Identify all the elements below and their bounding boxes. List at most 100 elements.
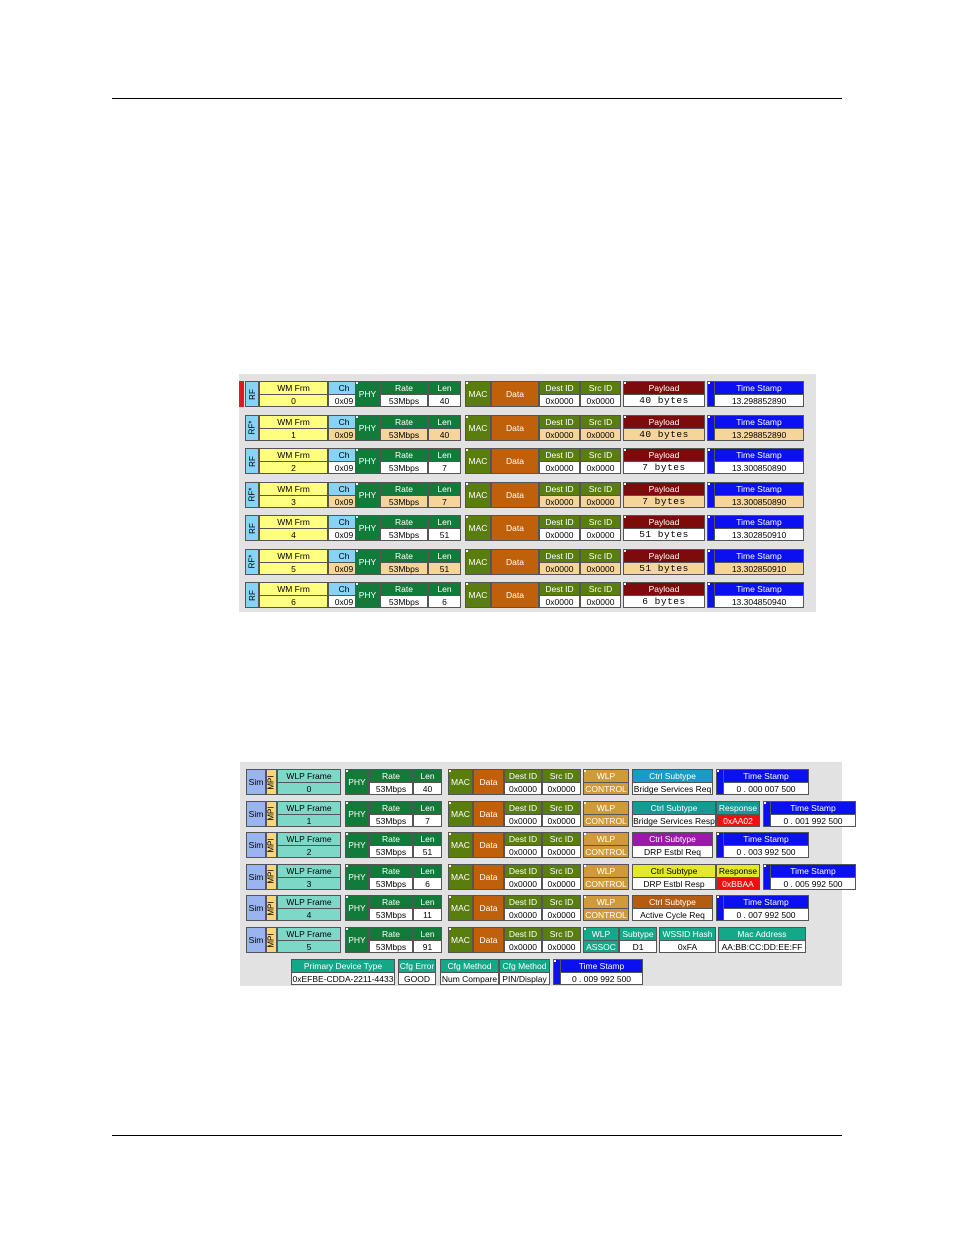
- wlp-frame-value[interactable]: 2: [277, 845, 341, 859]
- mac-block[interactable]: MAC Data Dest ID 0x0000 Src ID 0x0000: [465, 515, 621, 541]
- mac-block[interactable]: MAC Data Dest ID 0x0000 Src ID 0x0000: [448, 832, 581, 859]
- mac-block[interactable]: MAC Data Dest ID 0x0000 Src ID 0x0000: [465, 414, 621, 441]
- src-id-value[interactable]: 0x0000: [580, 461, 621, 474]
- payload-block[interactable]: Payload 7 bytes: [623, 481, 705, 508]
- wlp-frame-value[interactable]: 5: [277, 940, 341, 953]
- ctrl-block[interactable]: Ctrl Subtype Active Cycle Req: [632, 895, 713, 922]
- timestamp-value[interactable]: 0 . 009 992 500: [560, 972, 643, 985]
- dest-id-value[interactable]: 0x0000: [504, 876, 542, 890]
- timestamp-block[interactable]: Time Stamp 13.300850890: [707, 448, 804, 474]
- payload-value[interactable]: 6 bytes: [623, 595, 705, 608]
- payload-block[interactable]: Payload 40 bytes: [623, 414, 705, 441]
- primary-device-type-block[interactable]: Primary Device Type 0xEFBE-CDDA-2211-4433: [291, 959, 395, 985]
- wlp-frame-block[interactable]: WLP Frame 2: [277, 832, 341, 859]
- phy-block[interactable]: PHY Rate 53Mbps Len 7: [345, 800, 442, 827]
- wssid-block[interactable]: WSSID Hash 0xFA: [659, 927, 716, 953]
- mac-address-block[interactable]: Mac Address AA:BB:CC:DD:EE:FF: [718, 927, 806, 953]
- cfg-error-value[interactable]: GOOD: [398, 972, 436, 985]
- wm-frame-value[interactable]: 5: [259, 561, 328, 575]
- dest-id-value[interactable]: 0x0000: [539, 528, 580, 541]
- dest-id-value[interactable]: 0x0000: [539, 561, 580, 575]
- timestamp-block[interactable]: Time Stamp 13.298852890: [707, 381, 804, 407]
- phy-block[interactable]: PHY Rate 53Mbps Len 91: [345, 927, 442, 953]
- wlp-control-block[interactable]: WLP CONTROL: [583, 800, 629, 827]
- mac-block[interactable]: MAC Data Dest ID 0x0000 Src ID 0x0000: [465, 481, 621, 508]
- ctrl-subtype-value[interactable]: DRP Estbl Req: [632, 845, 713, 859]
- dest-id-value[interactable]: 0x0000: [504, 813, 542, 827]
- packet-row[interactable]: RF WM Frm 4 Ch 0x09 PHY Rate 53Mbps Len 51 MAC Data…: [239, 515, 816, 541]
- wssid-hash-value[interactable]: 0xFA: [659, 940, 716, 953]
- rate-value[interactable]: 53Mbps: [380, 595, 428, 608]
- timestamp-value[interactable]: 0 . 005 992 500: [770, 876, 856, 890]
- cfg-error-block[interactable]: Cfg Error GOOD: [398, 959, 436, 985]
- timestamp-block[interactable]: Time Stamp 0 . 003 992 500: [716, 832, 809, 859]
- length-value[interactable]: 6: [428, 595, 461, 608]
- frame-block[interactable]: WM Frm 2 Ch 0x09: [259, 448, 360, 474]
- payload-block[interactable]: Payload 51 bytes: [623, 515, 705, 541]
- payload-block[interactable]: Payload 40 bytes: [623, 381, 705, 407]
- timestamp-value[interactable]: 13.298852890: [714, 394, 804, 407]
- mac-block[interactable]: MAC Data Dest ID 0x0000 Src ID 0x0000: [448, 769, 581, 795]
- src-id-value[interactable]: 0x0000: [542, 845, 581, 859]
- rate-value[interactable]: 53Mbps: [369, 908, 413, 922]
- src-id-value[interactable]: 0x0000: [542, 940, 581, 953]
- timestamp-value[interactable]: 13.302850910: [714, 561, 804, 575]
- timestamp-value[interactable]: 13.300850890: [714, 461, 804, 474]
- src-id-value[interactable]: 0x0000: [542, 908, 581, 922]
- phy-block[interactable]: PHY Rate 53Mbps Len 11: [345, 895, 442, 922]
- ctrl-block[interactable]: Ctrl Subtype DRP Estbl Req: [632, 832, 713, 859]
- payload-block[interactable]: Payload 6 bytes: [623, 582, 705, 608]
- rate-value[interactable]: 53Mbps: [380, 494, 428, 508]
- mac-block[interactable]: MAC Data Dest ID 0x0000 Src ID 0x0000: [465, 582, 621, 608]
- dest-id-value[interactable]: 0x0000: [504, 908, 542, 922]
- wlp-packet-row[interactable]: Sim MPI WLP Frame 3 PHY Rate 53Mbps Len 6 MAC Data…: [240, 863, 880, 890]
- frame-block[interactable]: WM Frm 5 Ch 0x09: [259, 548, 360, 575]
- src-id-value[interactable]: 0x0000: [580, 494, 621, 508]
- timestamp-value[interactable]: 0 . 000 007 500: [723, 782, 809, 795]
- wlp-frame-block[interactable]: WLP Frame 3: [277, 863, 341, 890]
- wlp-packet-row[interactable]: Sim MPI WLP Frame 2 PHY Rate 53Mbps Len 51 MAC Dat…: [240, 832, 880, 859]
- src-id-value[interactable]: 0x0000: [580, 528, 621, 541]
- src-id-value[interactable]: 0x0000: [542, 876, 581, 890]
- src-id-value[interactable]: 0x0000: [580, 427, 621, 441]
- ctrl-subtype-value[interactable]: Bridge Services Resp: [632, 813, 716, 827]
- wm-frame-value[interactable]: 1: [259, 427, 328, 441]
- src-id-value[interactable]: 0x0000: [580, 394, 621, 407]
- timestamp-block[interactable]: Time Stamp 0 . 000 007 500: [716, 769, 809, 795]
- wlp-type-value[interactable]: CONTROL: [583, 908, 629, 922]
- timestamp-block[interactable]: Time Stamp 0 . 009 992 500: [553, 959, 643, 985]
- wlp-type-value[interactable]: CONTROL: [583, 845, 629, 859]
- timestamp-value[interactable]: 0 . 001 992 500: [770, 813, 856, 827]
- length-value[interactable]: 40: [413, 782, 442, 795]
- phy-block[interactable]: PHY Rate 53Mbps Len 51: [345, 832, 442, 859]
- phy-block[interactable]: PHY Rate 53Mbps Len 40: [355, 381, 461, 407]
- wlp-frame-block[interactable]: WLP Frame 0: [277, 769, 341, 795]
- dest-id-value[interactable]: 0x0000: [504, 845, 542, 859]
- wlp-packet-row[interactable]: Sim MPI WLP Frame 4 PHY Rate 53Mbps Len 11 MAC Dat…: [240, 895, 880, 922]
- src-id-value[interactable]: 0x0000: [542, 782, 581, 795]
- src-id-value[interactable]: 0x0000: [542, 813, 581, 827]
- wlp-frame-value[interactable]: 3: [277, 876, 341, 890]
- rate-value[interactable]: 53Mbps: [380, 394, 428, 407]
- length-value[interactable]: 40: [428, 394, 461, 407]
- length-value[interactable]: 51: [413, 845, 442, 859]
- length-value[interactable]: 6: [413, 876, 442, 890]
- wlp-control-block[interactable]: WLP CONTROL: [583, 832, 629, 859]
- length-value[interactable]: 51: [428, 528, 461, 541]
- length-value[interactable]: 7: [428, 461, 461, 474]
- phy-block[interactable]: PHY Rate 53Mbps Len 6: [355, 582, 461, 608]
- dest-id-value[interactable]: 0x0000: [504, 782, 542, 795]
- wlp-control-block[interactable]: WLP CONTROL: [583, 863, 629, 890]
- frame-block[interactable]: WM Frm 4 Ch 0x09: [259, 515, 360, 541]
- rate-value[interactable]: 53Mbps: [369, 876, 413, 890]
- timestamp-value[interactable]: 13.300850890: [714, 494, 804, 508]
- payload-value[interactable]: 51 bytes: [623, 528, 705, 541]
- ctrl-subtype-value[interactable]: Bridge Services Req: [632, 782, 713, 795]
- rate-value[interactable]: 53Mbps: [369, 845, 413, 859]
- phy-block[interactable]: PHY Rate 53Mbps Len 40: [355, 414, 461, 441]
- length-value[interactable]: 7: [413, 813, 442, 827]
- wm-frame-value[interactable]: 4: [259, 528, 328, 541]
- length-value[interactable]: 51: [428, 561, 461, 575]
- rate-value[interactable]: 53Mbps: [369, 813, 413, 827]
- ctrl-block[interactable]: Ctrl Subtype Bridge Services Resp Response…: [632, 800, 760, 827]
